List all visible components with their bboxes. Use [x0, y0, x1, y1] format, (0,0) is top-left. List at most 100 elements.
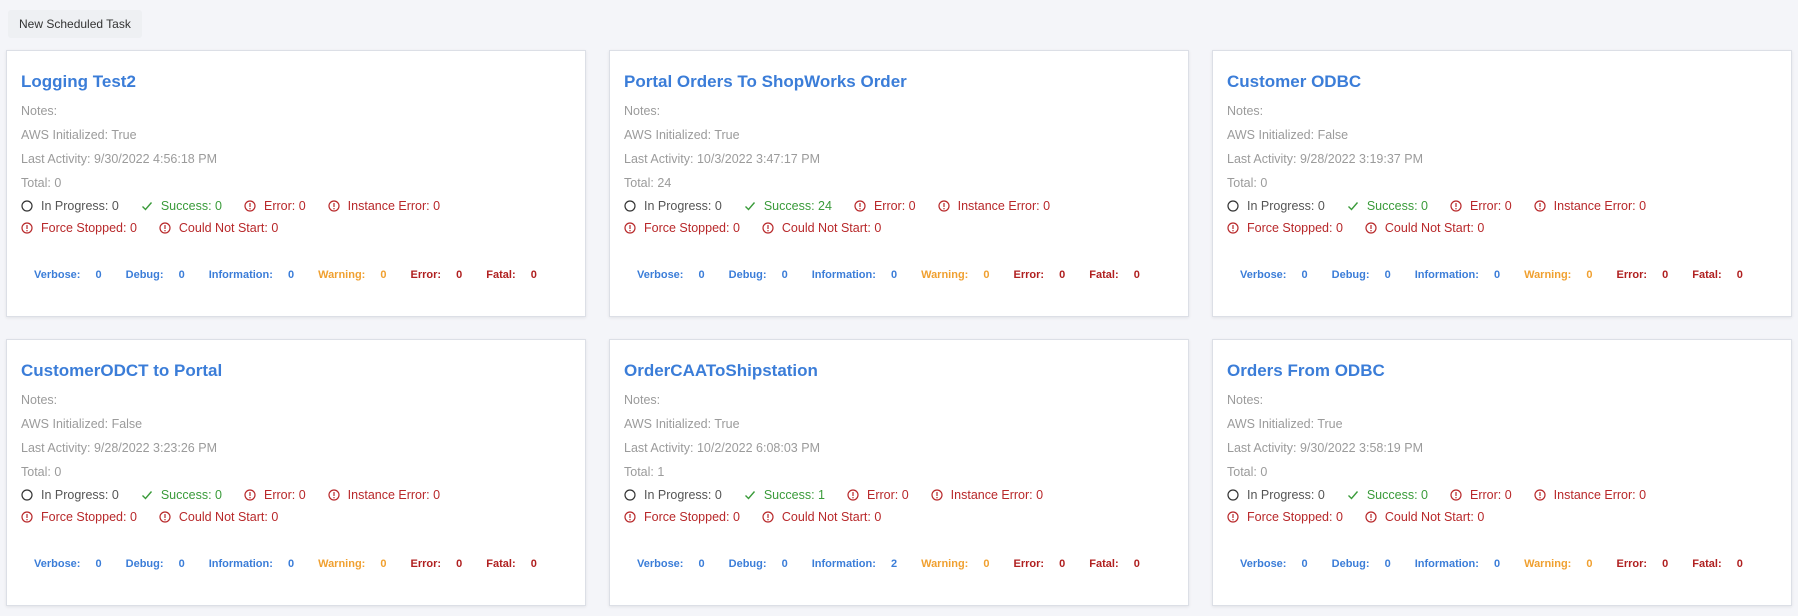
error-count[interactable]: Error: 0 — [1014, 269, 1078, 281]
verbose-count[interactable]: Verbose: 0 — [34, 558, 114, 570]
error-count[interactable]: Error: 0 — [411, 269, 475, 281]
fatal-count[interactable]: Fatal: 0 — [1089, 269, 1152, 281]
alert-circle-icon — [1534, 489, 1546, 501]
error-stat: Error: 0 — [244, 488, 306, 502]
task-card: Customer ODBC Notes: AWS Initialized: Fa… — [1212, 50, 1792, 317]
alert-circle-icon — [1365, 511, 1377, 523]
new-scheduled-task-button[interactable]: New Scheduled Task — [8, 10, 142, 38]
success-stat: Success: 0 — [141, 199, 222, 213]
success-stat: Success: 24 — [744, 199, 832, 213]
notes-line: Notes: — [21, 393, 58, 407]
alert-circle-icon — [21, 222, 33, 234]
notes-line: Notes: — [1227, 393, 1264, 407]
information-count[interactable]: Information: 0 — [1415, 269, 1512, 281]
error-count[interactable]: Error: 0 — [1014, 558, 1078, 570]
verbose-count[interactable]: Verbose: 0 — [1240, 269, 1320, 281]
alert-circle-icon — [938, 200, 950, 212]
last-activity-line: Last Activity: 9/30/2022 4:56:18 PM — [21, 152, 217, 166]
task-title[interactable]: Orders From ODBC — [1227, 356, 1777, 386]
alert-circle-icon — [847, 489, 859, 501]
fatal-count[interactable]: Fatal: 0 — [486, 269, 549, 281]
fatal-count[interactable]: Fatal: 0 — [1692, 269, 1755, 281]
last-activity-line: Last Activity: 10/3/2022 3:47:17 PM — [624, 152, 820, 166]
alert-circle-icon — [328, 200, 340, 212]
fatal-count[interactable]: Fatal: 0 — [1089, 558, 1152, 570]
in-progress-stat: In Progress: 0 — [21, 488, 119, 502]
debug-count[interactable]: Debug: 0 — [1332, 558, 1403, 570]
could-not-start-stat: Could Not Start: 0 — [159, 510, 278, 524]
status-row-primary: In Progress: 0 Success: 0 Error: 0 Insta… — [21, 195, 571, 217]
information-count[interactable]: Information: 0 — [209, 269, 306, 281]
error-stat: Error: 0 — [847, 488, 909, 502]
could-not-start-stat: Could Not Start: 0 — [1365, 221, 1484, 235]
error-count[interactable]: Error: 0 — [1617, 269, 1681, 281]
total-line: Total: 0 — [1227, 465, 1268, 479]
verbose-count[interactable]: Verbose: 0 — [1240, 558, 1320, 570]
task-title[interactable]: Portal Orders To ShopWorks Order — [624, 67, 1174, 97]
information-count[interactable]: Information: 0 — [209, 558, 306, 570]
instance-error-stat: Instance Error: 0 — [328, 199, 440, 213]
verbose-count[interactable]: Verbose: 0 — [34, 269, 114, 281]
success-stat: Success: 0 — [1347, 488, 1428, 502]
error-count[interactable]: Error: 0 — [411, 558, 475, 570]
success-stat: Success: 0 — [141, 488, 222, 502]
check-icon — [1347, 491, 1358, 500]
verbose-count[interactable]: Verbose: 0 — [637, 558, 717, 570]
force-stopped-stat: Force Stopped: 0 — [1227, 510, 1343, 524]
debug-count[interactable]: Debug: 0 — [729, 269, 800, 281]
debug-count[interactable]: Debug: 0 — [1332, 269, 1403, 281]
alert-circle-icon — [1450, 489, 1462, 501]
status-row-primary: In Progress: 0 Success: 0 Error: 0 Insta… — [1227, 195, 1777, 217]
log-level-counts: Verbose: 0 Debug: 0 Information: 0 Warni… — [34, 269, 561, 281]
could-not-start-stat: Could Not Start: 0 — [762, 510, 881, 524]
information-count[interactable]: Information: 0 — [1415, 558, 1512, 570]
status-row-secondary: Force Stopped: 0 Could Not Start: 0 — [1227, 506, 1777, 528]
could-not-start-stat: Could Not Start: 0 — [159, 221, 278, 235]
instance-error-stat: Instance Error: 0 — [938, 199, 1050, 213]
debug-count[interactable]: Debug: 0 — [729, 558, 800, 570]
warning-count[interactable]: Warning: 0 — [921, 269, 1001, 281]
instance-error-stat: Instance Error: 0 — [328, 488, 440, 502]
aws-initialized-line: AWS Initialized: True — [624, 128, 740, 142]
warning-count[interactable]: Warning: 0 — [1524, 558, 1604, 570]
force-stopped-stat: Force Stopped: 0 — [624, 221, 740, 235]
could-not-start-stat: Could Not Start: 0 — [762, 221, 881, 235]
task-card: OrderCAAToShipstation Notes: AWS Initial… — [609, 339, 1189, 606]
notes-line: Notes: — [1227, 104, 1264, 118]
task-card: CustomerODCT to Portal Notes: AWS Initia… — [6, 339, 586, 606]
circle-icon — [1227, 489, 1239, 501]
warning-count[interactable]: Warning: 0 — [921, 558, 1001, 570]
alert-circle-icon — [854, 200, 866, 212]
error-count[interactable]: Error: 0 — [1617, 558, 1681, 570]
log-level-counts: Verbose: 0 Debug: 0 Information: 2 Warni… — [637, 558, 1164, 570]
verbose-count[interactable]: Verbose: 0 — [637, 269, 717, 281]
in-progress-stat: In Progress: 0 — [21, 199, 119, 213]
log-level-counts: Verbose: 0 Debug: 0 Information: 0 Warni… — [637, 269, 1164, 281]
fatal-count[interactable]: Fatal: 0 — [486, 558, 549, 570]
information-count[interactable]: Information: 2 — [812, 558, 909, 570]
error-stat: Error: 0 — [1450, 199, 1512, 213]
warning-count[interactable]: Warning: 0 — [318, 269, 398, 281]
status-row-primary: In Progress: 0 Success: 0 Error: 0 Insta… — [21, 484, 571, 506]
task-title[interactable]: CustomerODCT to Portal — [21, 356, 571, 386]
total-line: Total: 0 — [1227, 176, 1268, 190]
debug-count[interactable]: Debug: 0 — [126, 269, 197, 281]
debug-count[interactable]: Debug: 0 — [126, 558, 197, 570]
instance-error-stat: Instance Error: 0 — [931, 488, 1043, 502]
warning-count[interactable]: Warning: 0 — [1524, 269, 1604, 281]
check-icon — [141, 491, 152, 500]
total-line: Total: 0 — [21, 465, 62, 479]
alert-circle-icon — [244, 200, 256, 212]
warning-count[interactable]: Warning: 0 — [318, 558, 398, 570]
check-icon — [1347, 202, 1358, 211]
task-title[interactable]: Logging Test2 — [21, 67, 571, 97]
log-level-counts: Verbose: 0 Debug: 0 Information: 0 Warni… — [1240, 558, 1767, 570]
task-title[interactable]: OrderCAAToShipstation — [624, 356, 1174, 386]
information-count[interactable]: Information: 0 — [812, 269, 909, 281]
fatal-count[interactable]: Fatal: 0 — [1692, 558, 1755, 570]
status-row-secondary: Force Stopped: 0 Could Not Start: 0 — [21, 506, 571, 528]
aws-initialized-line: AWS Initialized: True — [624, 417, 740, 431]
task-title[interactable]: Customer ODBC — [1227, 67, 1777, 97]
alert-circle-icon — [1227, 511, 1239, 523]
alert-circle-icon — [21, 511, 33, 523]
